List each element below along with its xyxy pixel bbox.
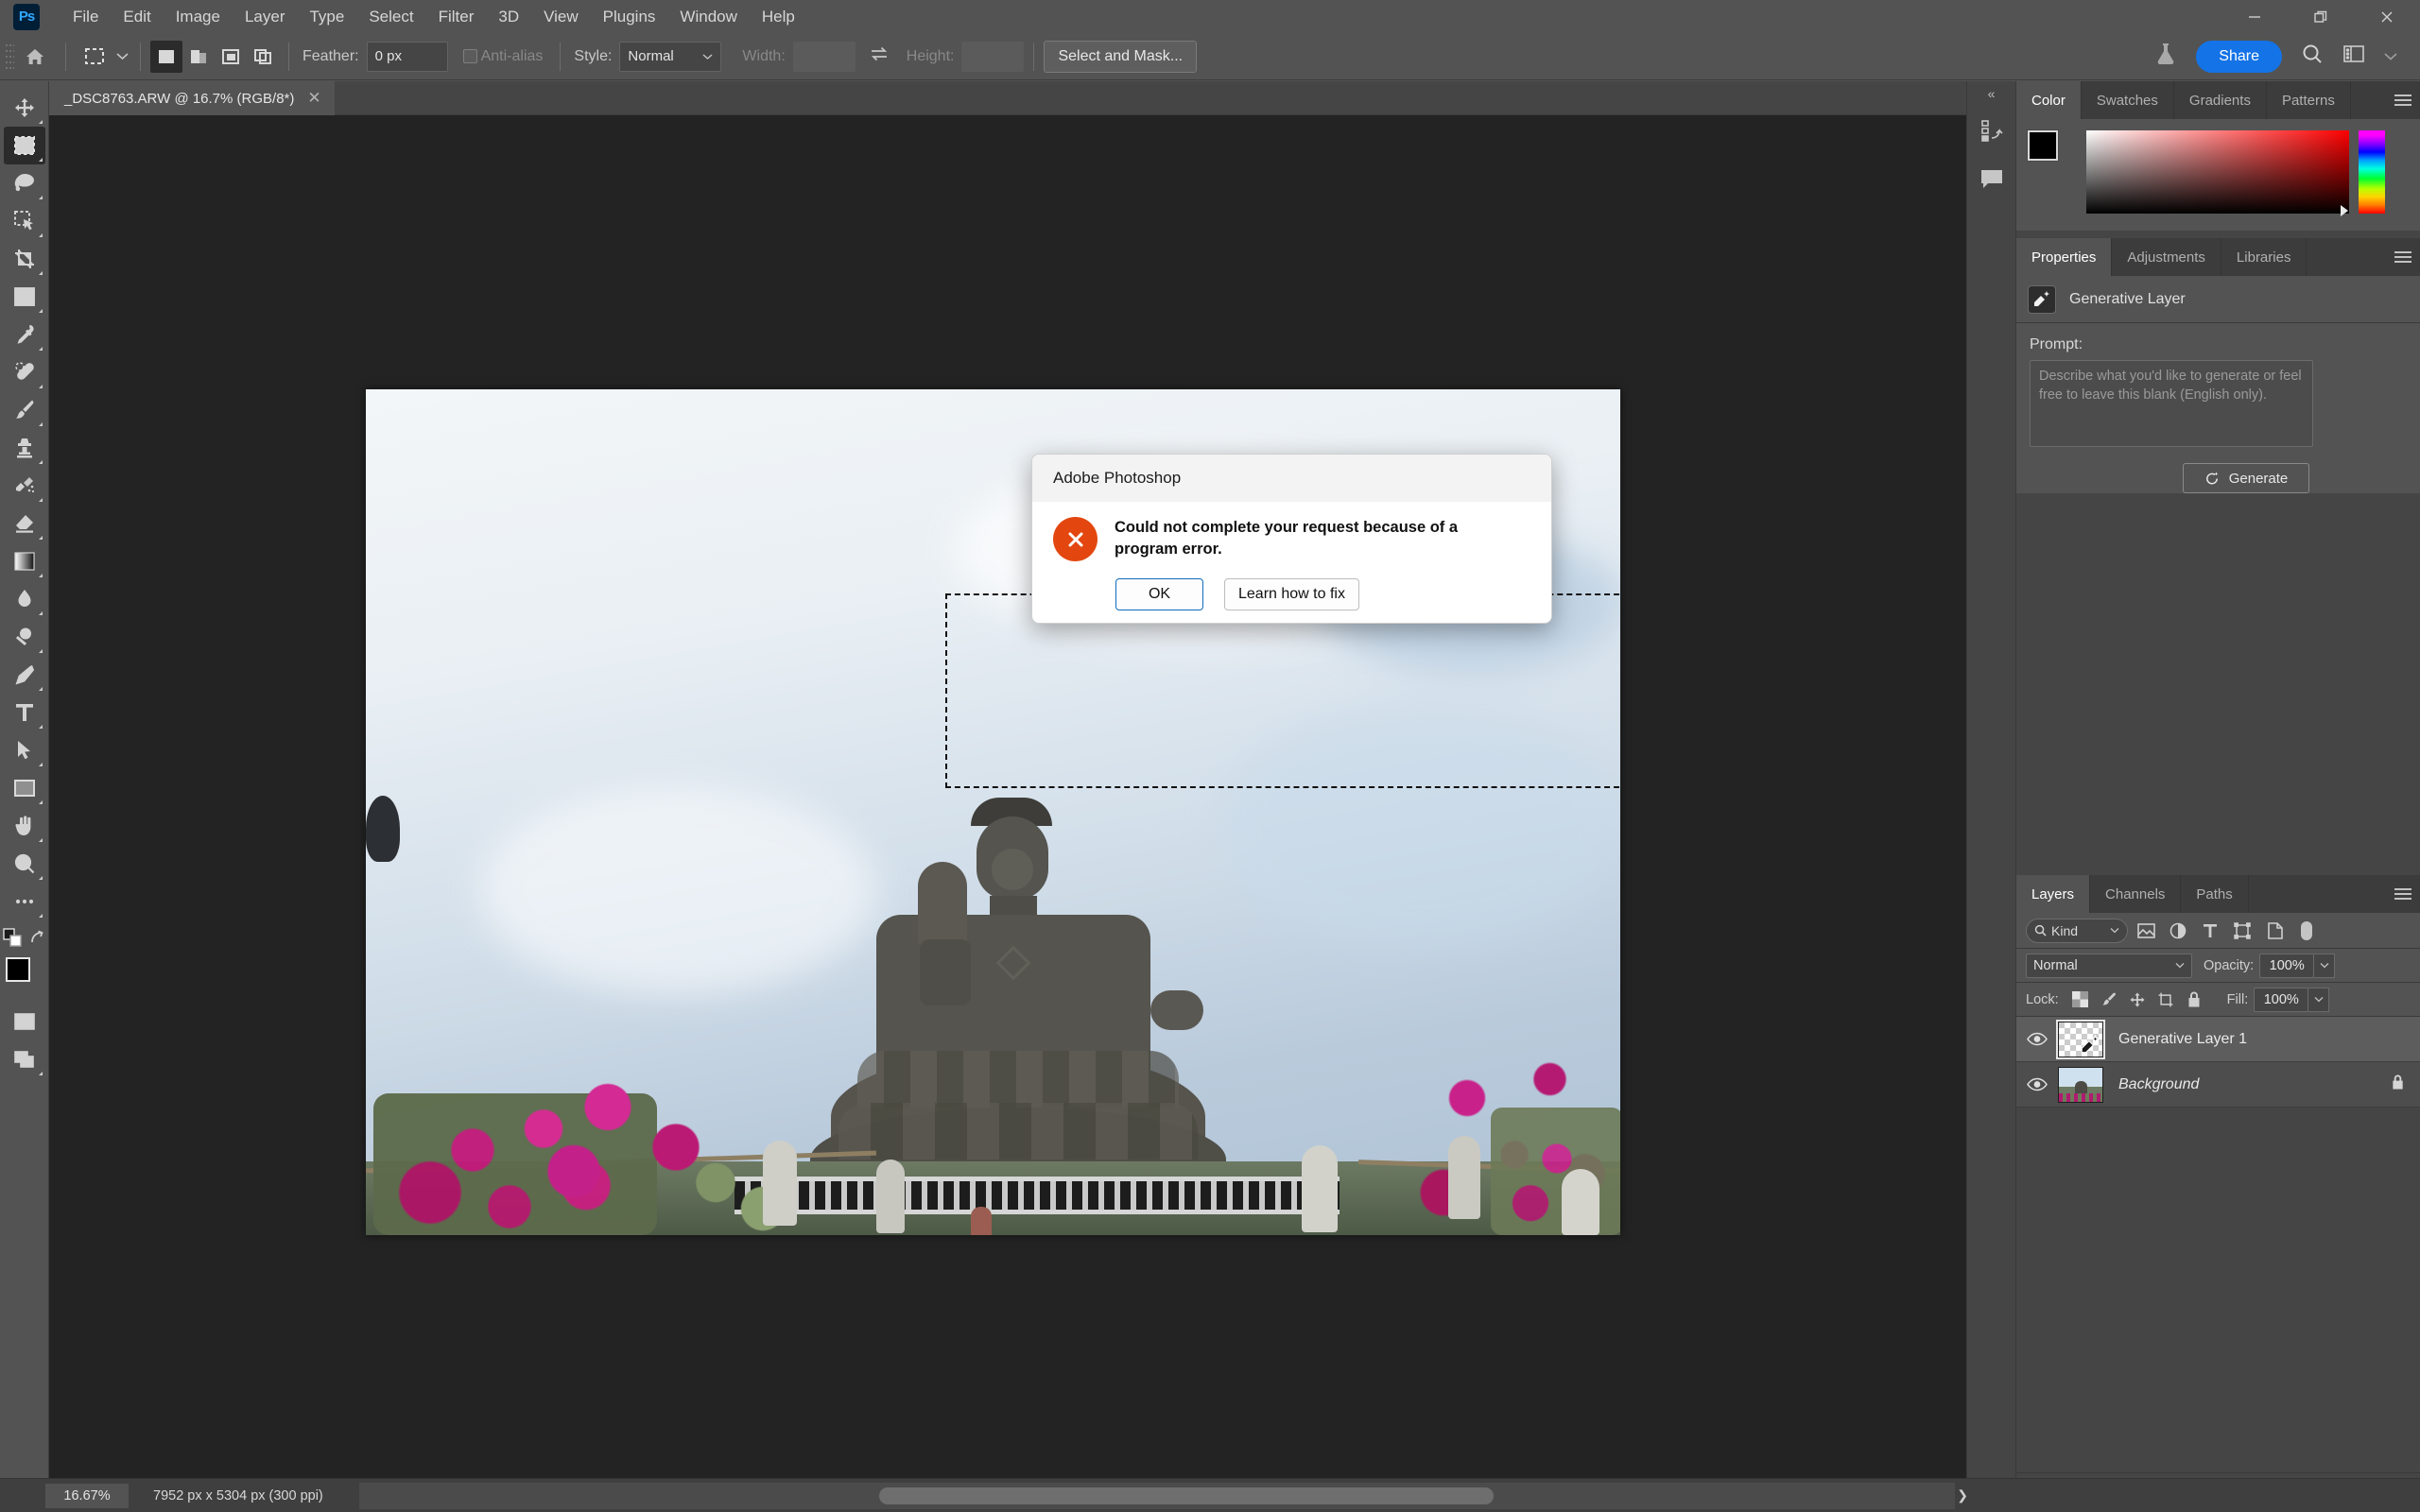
modal-overlay: Adobe Photoshop Could not complete your … [0, 0, 2420, 1512]
learn-how-to-fix-button[interactable]: Learn how to fix [1224, 578, 1359, 610]
ok-button[interactable]: OK [1115, 578, 1203, 610]
dialog-body: Could not complete your request because … [1032, 502, 1551, 561]
dialog-title: Adobe Photoshop [1032, 455, 1551, 502]
dialog-message: Could not complete your request because … [1115, 517, 1493, 561]
error-dialog: Adobe Photoshop Could not complete your … [1031, 454, 1552, 624]
dialog-buttons: OK Learn how to fix [1032, 578, 1551, 610]
error-x-icon [1053, 517, 1098, 561]
